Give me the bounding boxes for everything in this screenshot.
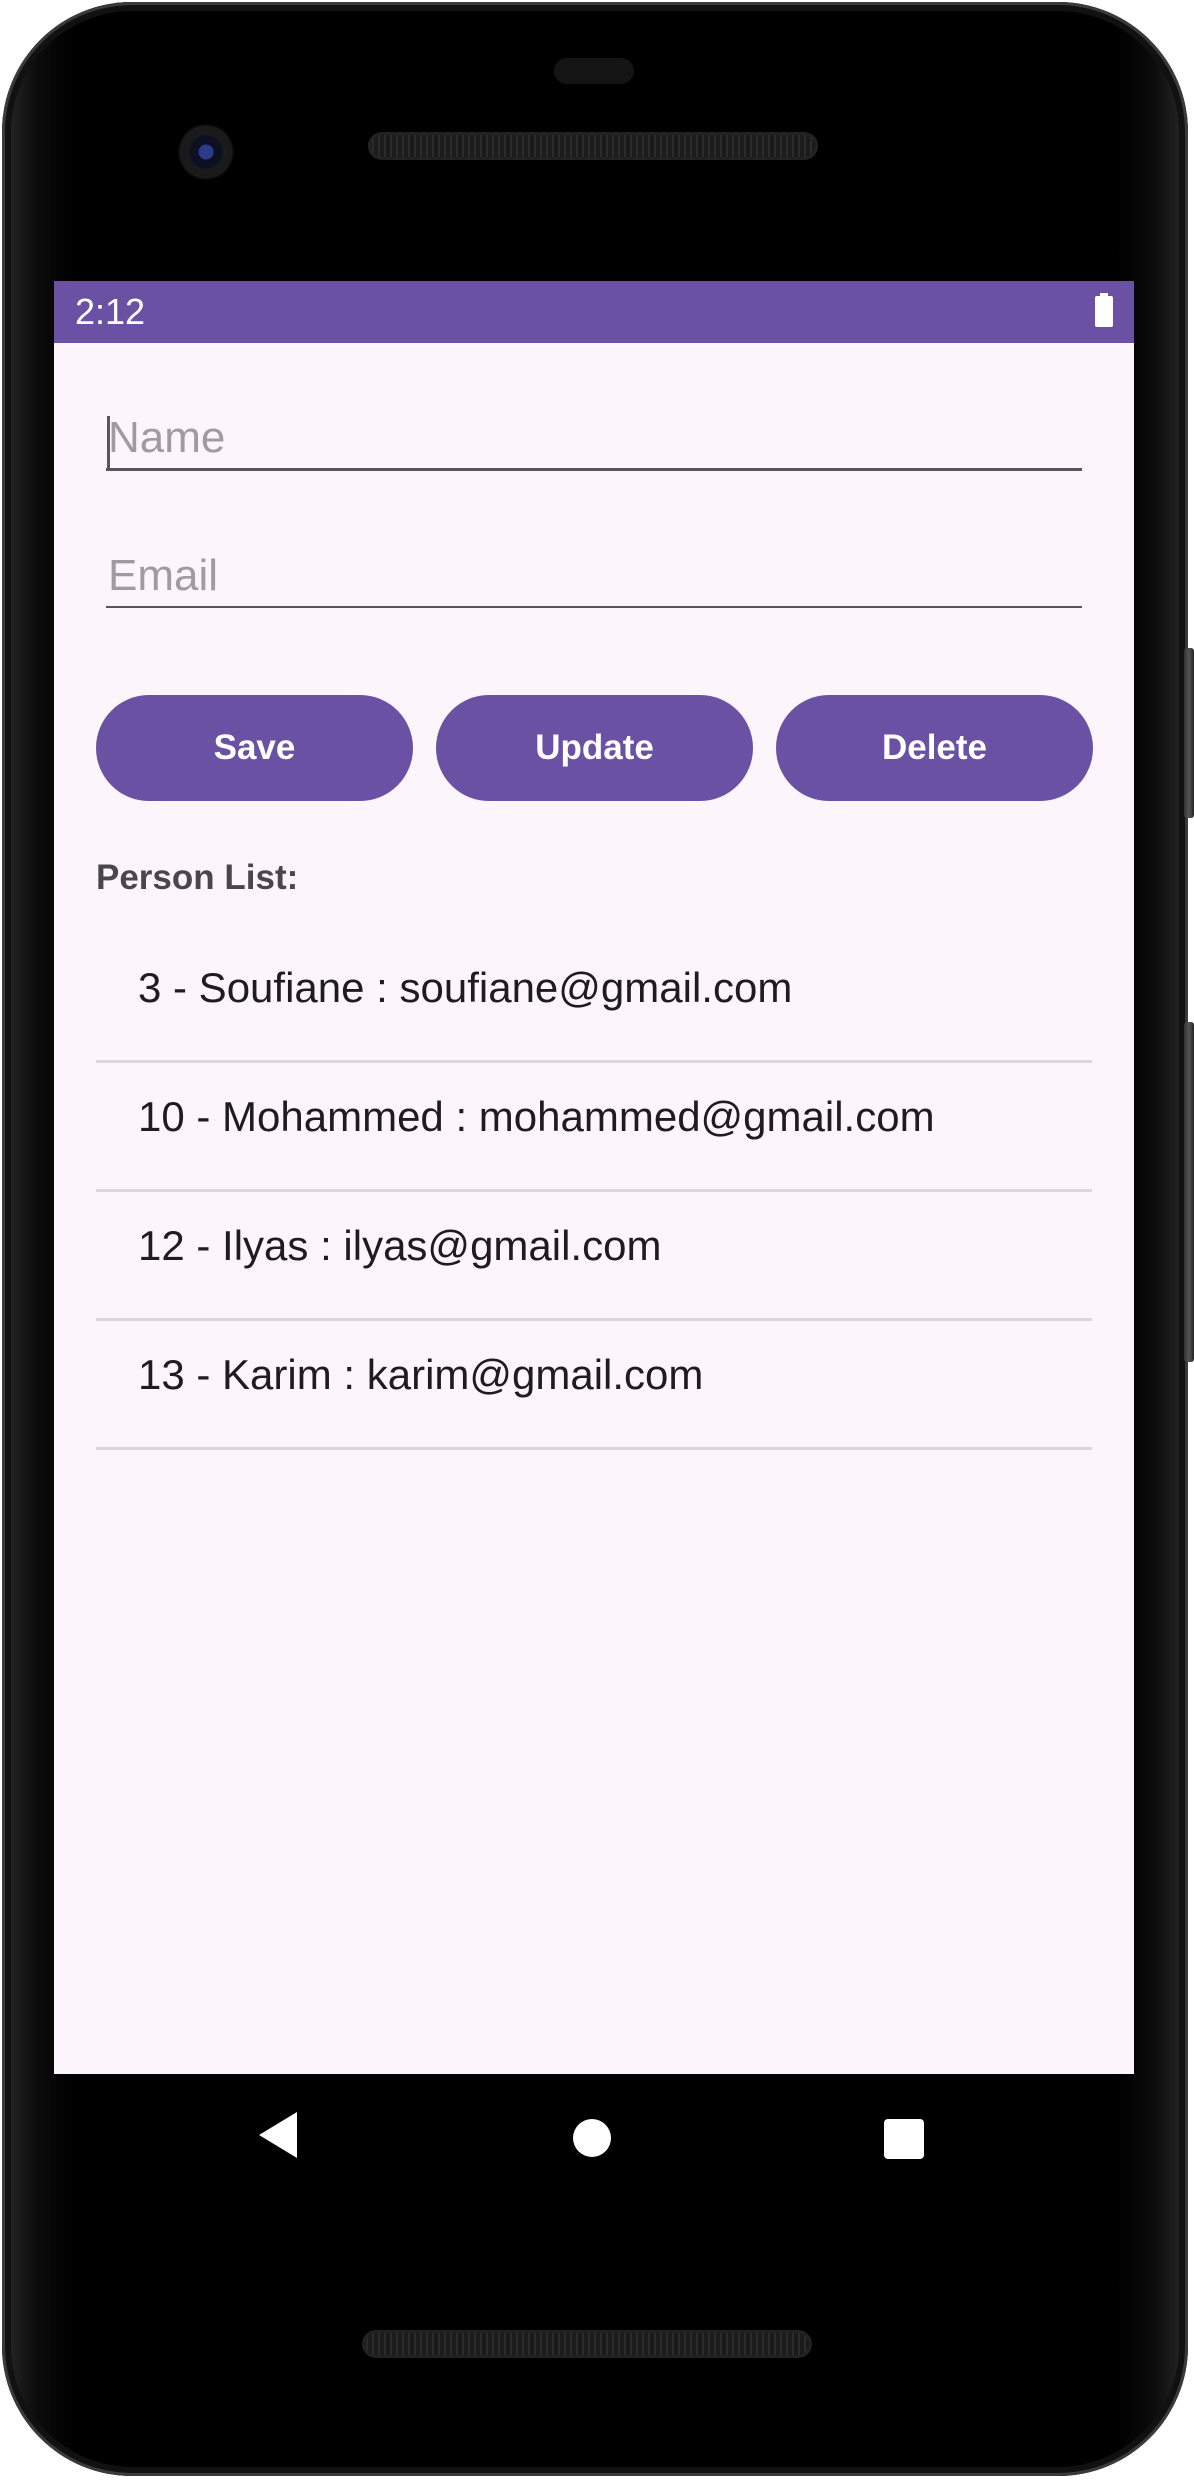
battery-full-icon bbox=[1095, 293, 1113, 327]
delete-button[interactable]: Delete bbox=[776, 695, 1093, 801]
action-buttons: Save Update Delete bbox=[96, 695, 1094, 801]
email-field[interactable] bbox=[106, 546, 1084, 608]
status-bar: 2:12 bbox=[54, 281, 1134, 343]
name-input[interactable] bbox=[106, 408, 1084, 468]
device-frame: 2:12 Save Update Delete Person L bbox=[0, 0, 1194, 2480]
update-button[interactable]: Update bbox=[436, 695, 753, 801]
bottom-speaker bbox=[362, 2330, 812, 2358]
list-item[interactable]: 10 - Mohammed : mohammed@gmail.com bbox=[96, 1063, 1092, 1192]
status-time: 2:12 bbox=[75, 291, 146, 332]
person-list: 3 - Soufiane : soufiane@gmail.com 10 - M… bbox=[96, 934, 1092, 1450]
save-button[interactable]: Save bbox=[96, 695, 413, 801]
list-item[interactable]: 13 - Karim : karim@gmail.com bbox=[96, 1321, 1092, 1450]
navigation-bar bbox=[54, 2074, 1134, 2204]
recents-square-icon[interactable] bbox=[884, 2119, 924, 2159]
person-list-title: Person List: bbox=[96, 858, 299, 897]
front-camera-icon bbox=[178, 124, 234, 180]
power-button bbox=[1184, 648, 1194, 818]
email-input[interactable] bbox=[106, 546, 1084, 606]
volume-rocker bbox=[1184, 1022, 1194, 1362]
phone-body: 2:12 Save Update Delete Person L bbox=[2, 2, 1194, 2476]
proximity-sensor bbox=[554, 58, 634, 84]
name-underline bbox=[106, 468, 1082, 471]
email-underline bbox=[106, 606, 1082, 608]
name-field[interactable] bbox=[106, 408, 1084, 471]
earpiece-speaker bbox=[368, 132, 818, 160]
back-triangle-icon[interactable] bbox=[259, 2112, 299, 2158]
text-cursor bbox=[107, 416, 110, 468]
list-item[interactable]: 3 - Soufiane : soufiane@gmail.com bbox=[96, 934, 1092, 1063]
home-circle-icon[interactable] bbox=[573, 2119, 611, 2157]
list-item[interactable]: 12 - Ilyas : ilyas@gmail.com bbox=[96, 1192, 1092, 1321]
app-screen: 2:12 Save Update Delete Person L bbox=[54, 281, 1134, 2074]
